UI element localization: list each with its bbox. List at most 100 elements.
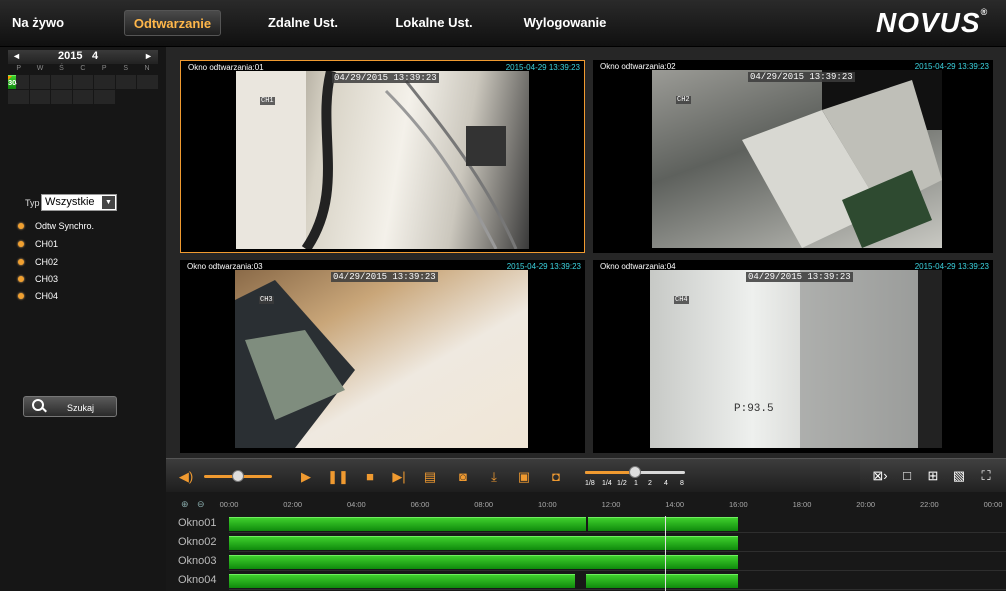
timeline-tick: 22:00	[919, 500, 939, 509]
frame-play-icon[interactable]: ▣	[512, 468, 536, 486]
record-dot-icon	[18, 259, 24, 265]
timeline-tick: 18:00	[792, 500, 812, 509]
channel-label: CH04	[35, 291, 59, 301]
speed-slider-handle[interactable]	[629, 466, 641, 478]
recording-segment[interactable]	[229, 555, 583, 569]
camera-image	[742, 70, 942, 248]
weekday-label: P	[101, 65, 107, 72]
calendar-empty-cell	[115, 75, 137, 89]
playback-window-3[interactable]: Okno odtwarzania:03 2015-04-29 13:39:23 …	[180, 260, 585, 453]
osd-datetime: 04/29/2015 13:39:23	[746, 272, 853, 282]
top-nav: Na żywo Odtwarzanie Zdalne Ust. Lokalne …	[0, 0, 1006, 47]
type-select[interactable]: Wszystkie ▼	[41, 194, 117, 211]
tab-playback[interactable]: Odtwarzanie	[124, 10, 221, 36]
recording-segment[interactable]	[582, 555, 739, 569]
playback-window-4[interactable]: Okno odtwarzania:04 2015-04-29 13:39:23 …	[593, 260, 993, 453]
timeline-row-divider	[229, 532, 1006, 533]
layout-4-icon[interactable]: ⊞	[925, 468, 941, 484]
timeline-tick: 00:00	[983, 500, 1003, 509]
channel-label: CH03	[35, 274, 59, 284]
calendar-header: ◄ 2015 4 ►	[8, 50, 158, 64]
speed-label: 1/8	[585, 480, 595, 487]
tab-remote-settings[interactable]: Zdalne Ust.	[258, 10, 348, 36]
fullscreen-window-icon[interactable]: ◘	[544, 468, 568, 486]
speed-label: 1/2	[617, 480, 627, 487]
step-forward-icon[interactable]: ▶|	[387, 468, 411, 486]
calendar-empty-cell	[51, 90, 72, 104]
timeline-row-divider	[229, 570, 1006, 571]
camera-feed: 04/29/2015 13:39:23 CH4 P:93.5	[650, 270, 942, 448]
channel-label: CH02	[35, 257, 59, 267]
weekday-label: P	[16, 65, 22, 72]
camera-image	[236, 71, 518, 249]
weekday-label: C	[80, 65, 86, 72]
tab-logout[interactable]: Wylogowanie	[515, 10, 615, 36]
layout-9-icon[interactable]: ▧	[951, 468, 967, 484]
timeline[interactable]: ⊕ ⊖ 00:00 02:00 04:00 06:00 08:00 10:00 12:00 1…	[166, 492, 1006, 591]
osd-datetime: 04/29/2015 13:39:23	[332, 73, 439, 83]
camera-feed: 04/29/2015 13:39:23 CH1	[236, 71, 529, 249]
calendar-year: 2015	[58, 50, 83, 62]
calendar-grid: 1234567891011121314151617181920212223242…	[8, 75, 158, 104]
type-select-value: Wszystkie	[45, 196, 95, 208]
weekday-label: S	[123, 65, 128, 72]
clip-icon[interactable]: ▤	[418, 468, 442, 486]
search-button[interactable]: Szukaj	[23, 396, 117, 417]
volume-icon[interactable]: ◀)	[174, 468, 198, 486]
stop-icon[interactable]: ■	[358, 468, 382, 486]
weekday-label: N	[144, 65, 150, 72]
timeline-row-label: Okno02	[178, 536, 217, 548]
timeline-row-label: Okno04	[178, 574, 217, 586]
layout-1-icon[interactable]: □	[899, 468, 915, 484]
overlay-text: P:93.5	[734, 403, 774, 415]
camera-image	[800, 270, 942, 448]
timeline-tick: 04:00	[346, 500, 366, 509]
timeline-tick: 14:00	[665, 500, 685, 509]
calendar-next-icon[interactable]: ►	[144, 51, 153, 61]
channel-osd: CH2	[676, 96, 691, 104]
download-icon[interactable]: ⤓	[482, 468, 506, 486]
channel-osd: CH3	[259, 296, 274, 304]
layout-toolbar: ⊠› □ ⊞ ▧ ⛶	[860, 459, 1006, 493]
calendar-empty-cell	[72, 90, 94, 104]
search-label: Szukaj	[67, 403, 95, 413]
chevron-down-icon[interactable]: ▼	[102, 196, 115, 209]
play-icon[interactable]: ▶	[294, 468, 318, 486]
channel-osd: CH1	[260, 97, 275, 105]
speed-slider-fill	[585, 471, 635, 474]
speed-label: 8	[680, 480, 684, 487]
search-icon	[32, 399, 44, 411]
video-grid: Okno odtwarzania:01 2015-04-29 13:39:23 …	[166, 47, 1006, 458]
camera-feed: 04/29/2015 13:39:23 CH2	[652, 70, 942, 248]
calendar-prev-icon[interactable]: ◄	[12, 51, 21, 61]
channel-osd: CH4	[674, 296, 689, 304]
speed-label: 1/4	[602, 480, 612, 487]
osd-datetime: 04/29/2015 13:39:23	[748, 72, 855, 82]
timeline-cursor[interactable]	[665, 516, 666, 591]
tab-live[interactable]: Na żywo	[8, 10, 94, 36]
recording-segment[interactable]	[229, 574, 576, 588]
playback-window-1[interactable]: Okno odtwarzania:01 2015-04-29 13:39:23 …	[180, 60, 585, 253]
recording-segment[interactable]	[229, 536, 739, 550]
layout-switch-icon[interactable]: ⊠›	[869, 468, 891, 484]
calendar-empty-cell	[29, 75, 51, 89]
calendar-day[interactable]: 30	[8, 75, 17, 89]
zoom-in-icon[interactable]: ⊕	[181, 499, 189, 510]
recording-segment[interactable]	[585, 574, 739, 588]
timeline-row-label: Okno01	[178, 517, 217, 529]
fullscreen-icon[interactable]: ⛶	[978, 468, 994, 484]
pause-icon[interactable]: ❚❚	[326, 468, 350, 486]
recording-segment[interactable]	[229, 517, 586, 531]
tab-local-settings[interactable]: Lokalne Ust.	[386, 10, 482, 36]
speed-label: 4	[664, 480, 668, 487]
timeline-tick: 16:00	[728, 500, 748, 509]
weekday-label: W	[36, 65, 44, 72]
playback-window-2[interactable]: Okno odtwarzania:02 2015-04-29 13:39:23 …	[593, 60, 993, 253]
volume-slider-handle[interactable]	[232, 470, 244, 482]
snapshot-icon[interactable]: ◙	[451, 468, 475, 486]
zoom-out-icon[interactable]: ⊖	[197, 499, 205, 510]
camera-feed: 04/29/2015 13:39:23 CH3	[235, 270, 528, 448]
recording-segment[interactable]	[588, 517, 739, 531]
timeline-tick: 00:00	[219, 500, 239, 509]
novus-logo: NOVUS®	[876, 7, 988, 41]
